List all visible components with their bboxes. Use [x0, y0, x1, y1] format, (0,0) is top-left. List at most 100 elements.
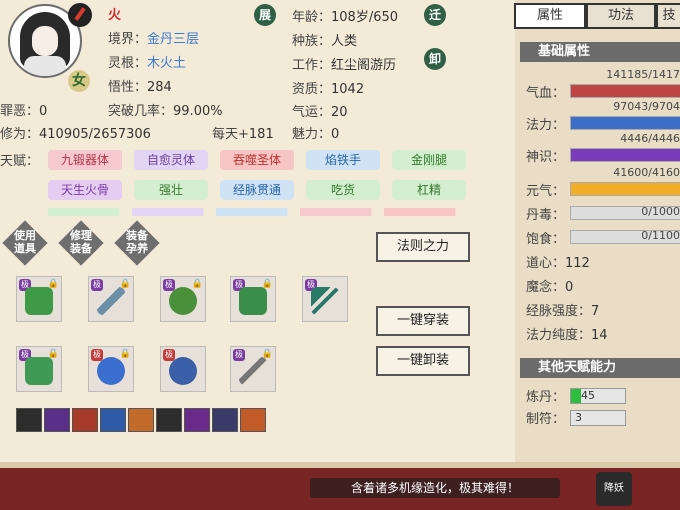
talent-score-row: 资质：1042 [292, 78, 364, 97]
sin-label: 罪恶： [0, 104, 40, 119]
daoxin-label: 道心： [526, 256, 566, 271]
avatar-body [24, 56, 66, 76]
equip-slot-dagger[interactable]: 极 🔒 [230, 346, 276, 392]
cultivation-value: 410905/2657306 [39, 127, 151, 142]
repair-equipment-button[interactable]: 修理 装备 [56, 218, 106, 268]
unload-seal-button[interactable]: 卸 [424, 48, 446, 70]
avatar-face [32, 26, 58, 56]
luck-value: 20 [331, 105, 348, 120]
yuanqi-value: 41600/4160 [613, 166, 680, 179]
equip-slot-boots[interactable]: 极 🔒 [230, 276, 276, 322]
skill-icon[interactable] [156, 408, 182, 432]
talent-tag[interactable]: 强壮 [134, 180, 208, 200]
one-key-equip-button[interactable]: 一键穿装 [376, 306, 470, 336]
talent-score-value: 1042 [331, 82, 365, 97]
talent-tag[interactable]: 金刚腿 [392, 150, 466, 170]
skill-icon[interactable] [100, 408, 126, 432]
talent-tag[interactable]: 吃货 [306, 180, 380, 200]
yuanqi-label: 元气： [526, 184, 566, 199]
equip-slot-sword[interactable]: 极 🔒 [88, 276, 134, 322]
use-item-line2: 道具 [14, 242, 36, 255]
zhifu-value: 3 [575, 411, 582, 424]
sin-row: 罪恶：0 [0, 100, 47, 119]
jingmai-label: 经脉强度： [526, 304, 592, 319]
skill-icon[interactable] [16, 408, 42, 432]
wisdom-row: 悟性：284 [108, 76, 172, 95]
expand-seal-button[interactable]: 展 [254, 4, 276, 26]
talent-tag[interactable]: 九锻器体 [48, 150, 122, 170]
jingmai-value: 7 [591, 304, 600, 319]
realm-row: 境界：金丹三层 [108, 28, 199, 47]
talent-tag[interactable]: 焰铁手 [306, 150, 380, 170]
nurture-label: 装备 孕养 [115, 229, 159, 255]
root-label: 灵根： [108, 56, 148, 71]
gender-icon: 女 [68, 70, 90, 92]
use-item-label: 使用 道具 [3, 229, 47, 255]
equip-slot-orb[interactable]: 极 🔒 [88, 346, 134, 392]
race-label: 种族： [292, 34, 332, 49]
zhifu-label: 制符： [526, 412, 566, 427]
shenshi-bar [570, 148, 680, 162]
talent-tag[interactable]: 经脉贯通 [220, 180, 294, 200]
skill-icon[interactable] [128, 408, 154, 432]
talent-tag[interactable]: 杠精 [392, 180, 466, 200]
skill-icon[interactable] [72, 408, 98, 432]
law-power-button[interactable]: 法则之力 [376, 232, 470, 262]
yuanqi-bar [570, 182, 680, 196]
tab-skills[interactable]: 技 [656, 3, 680, 29]
pendant-icon [169, 287, 197, 315]
sin-value: 0 [39, 104, 48, 119]
gauntlet-icon [25, 357, 53, 385]
skill-icon[interactable] [212, 408, 238, 432]
root-value: 木火土 [147, 56, 187, 71]
move-seal-button[interactable]: 迁 [424, 4, 446, 26]
equip-slot-gauntlet[interactable]: 极 🔒 [16, 346, 62, 392]
tab-attributes[interactable]: 属性 [514, 3, 586, 29]
nurture-line1: 装备 [126, 229, 148, 242]
zhifu-box: 3 [570, 410, 626, 426]
sword-icon [97, 287, 125, 315]
fire-element-icon [68, 3, 92, 27]
breakthrough-value: 99.00% [173, 104, 223, 119]
skill-icon[interactable] [240, 408, 266, 432]
job-value: 红尘阁游历 [331, 58, 397, 73]
skill-icon[interactable] [184, 408, 210, 432]
use-item-button[interactable]: 使用 道具 [0, 218, 50, 268]
liandan-value: 45 [581, 389, 595, 402]
use-item-line1: 使用 [14, 229, 36, 242]
shenshi-label: 神识： [526, 150, 566, 165]
lock-icon: 🔒 [191, 279, 203, 289]
job-row: 工作：红尘阁游历 [292, 54, 396, 73]
wisdom-value: 284 [147, 80, 172, 95]
nurture-equipment-button[interactable]: 装备 孕养 [112, 218, 162, 268]
daoxin-value: 112 [565, 256, 590, 271]
cultivation-label: 修为： [0, 127, 40, 142]
other-talents-header: 其他天赋能力 [520, 358, 680, 378]
baoshi-label: 饱食： [526, 232, 566, 247]
basic-attributes-header: 基础属性 [520, 42, 680, 62]
jingmai-row: 经脉强度：7 [526, 300, 599, 319]
equip-slot-mirror[interactable]: 极 [160, 346, 206, 392]
skill-icon[interactable] [44, 408, 70, 432]
liandan-fill [571, 389, 581, 403]
fali-value: 97043/9704 [613, 100, 680, 113]
talents-overflow [48, 208, 468, 216]
one-key-unequip-button[interactable]: 一键卸装 [376, 346, 470, 376]
dagger-icon [239, 357, 267, 385]
falichun-label: 法力纯度： [526, 328, 592, 343]
liandan-box: 45 [570, 388, 626, 404]
monian-label: 魔念： [526, 280, 566, 295]
equip-slot-tool[interactable]: 极 [302, 276, 348, 322]
equip-slot-armor[interactable]: 极 🔒 [16, 276, 62, 322]
talent-tag[interactable]: 天生火骨 [48, 180, 122, 200]
daily-value: 181 [248, 127, 274, 142]
hammer-icon [311, 287, 339, 315]
talent-tag[interactable]: 自愈灵体 [134, 150, 208, 170]
element-label: 火 [108, 8, 122, 23]
liandan-label: 炼丹： [526, 390, 566, 405]
talent-tag[interactable]: 吞噬圣体 [220, 150, 294, 170]
equip-slot-pendant[interactable]: 极 🔒 [160, 276, 206, 322]
cultivation-row: 修为：410905/2657306 [0, 123, 151, 142]
brand-logo[interactable]: 降妖 [596, 472, 632, 506]
tab-techniques[interactable]: 功法 [586, 3, 656, 29]
